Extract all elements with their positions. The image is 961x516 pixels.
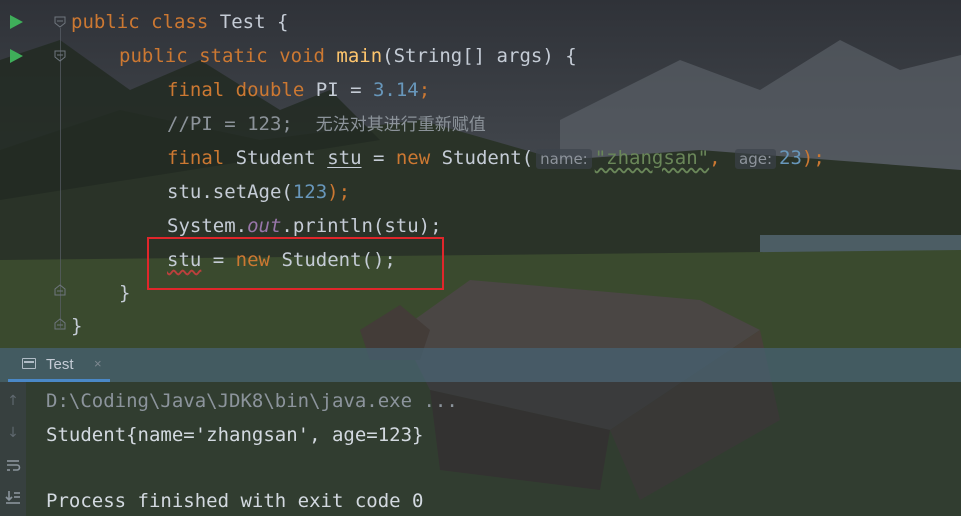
code-line-comment[interactable]: //PI = 123; 无法对其进行重新赋值 [167, 107, 486, 141]
brace: } [119, 282, 131, 304]
console-icon [22, 358, 36, 369]
arrow-down-icon[interactable]: ↓ [4, 424, 22, 442]
method-name: main [336, 45, 383, 67]
run-class-icon[interactable] [10, 15, 23, 29]
tab-label: Test [46, 356, 74, 373]
code-line-close-method[interactable]: } [119, 276, 130, 310]
static-field: out [247, 215, 282, 237]
code-line-setage[interactable]: stu.setAge(123); [167, 175, 350, 209]
constructor-call: Student( [441, 147, 534, 169]
method-call: .println(stu); [281, 215, 442, 237]
semicolon: ); [801, 147, 825, 169]
keyword: public [119, 45, 188, 67]
variable-name: stu [327, 147, 362, 169]
fold-open-icon[interactable] [54, 16, 66, 28]
fold-guide [60, 28, 61, 328]
comment-chinese-text: 无法对其进行重新赋值 [315, 115, 486, 135]
keyword: new [395, 147, 431, 169]
run-toolbar: ↑ ↓ [0, 382, 26, 516]
code-editor[interactable]: public class Test { public static void m… [0, 0, 961, 348]
close-icon[interactable]: × [94, 356, 102, 371]
parameter-hint-age: age: [735, 149, 777, 169]
string-literal: "zhangsan" [594, 147, 710, 169]
comma: , [709, 147, 721, 169]
method-params: (String[] args) { [382, 45, 577, 67]
line-comment: //PI = 123; [167, 113, 293, 135]
type-name: Student [235, 147, 316, 169]
brace: { [276, 11, 289, 33]
scroll-to-end-icon[interactable] [4, 488, 22, 506]
keyword: final [167, 79, 225, 101]
code-line-final-pi[interactable]: final double PI = 3.14; [167, 73, 430, 107]
number-literal: 123 [292, 181, 328, 203]
error-highlight-box [147, 237, 444, 290]
fold-close-icon[interactable] [54, 318, 66, 330]
keyword: class [151, 11, 209, 33]
editor-gutter [0, 0, 70, 348]
number-literal: 3.14 [372, 79, 419, 101]
code-line-close-class[interactable]: } [71, 309, 82, 343]
fold-close-icon[interactable] [54, 284, 66, 296]
console-line-exit: Process finished with exit code 0 [46, 490, 424, 512]
console-line-command[interactable]: D:\Coding\Java\JDK8\bin\java.exe ... [46, 386, 458, 416]
parameter-hint-name: name: [536, 149, 592, 169]
operator: = [361, 147, 396, 169]
class-ref: System. [167, 215, 248, 237]
tab-test[interactable]: Test × [8, 348, 110, 382]
keyword: void [279, 45, 325, 67]
code-line-main-decl[interactable]: public static void main(String[] args) { [119, 39, 577, 73]
keyword: public [71, 11, 140, 33]
method-call: stu.setAge( [167, 181, 293, 203]
keyword: double [235, 79, 305, 101]
brace: } [71, 315, 83, 337]
semicolon: ); [327, 181, 351, 203]
semicolon: ; [418, 79, 431, 101]
arrow-up-icon[interactable]: ↑ [4, 392, 22, 410]
code-line-class-decl[interactable]: public class Test { [71, 5, 288, 39]
keyword: static [199, 45, 268, 67]
run-main-icon[interactable] [10, 49, 23, 63]
run-tab-bar: Test × [0, 348, 961, 382]
run-tool-window: Test × ↑ ↓ D:\Coding\Java\JDK8\bin\java.… [0, 348, 961, 516]
code-line-final-student[interactable]: final Student stu = new Student(name: "zh… [167, 141, 825, 175]
variable-name: PI = [315, 79, 373, 101]
number-literal: 23 [779, 147, 802, 169]
class-name: Test [219, 11, 266, 33]
console-line-output: Student{name='zhangsan', age=123} [46, 424, 424, 446]
soft-wrap-icon[interactable] [4, 456, 22, 474]
keyword: final [167, 147, 225, 169]
fold-open-icon[interactable] [54, 50, 66, 62]
